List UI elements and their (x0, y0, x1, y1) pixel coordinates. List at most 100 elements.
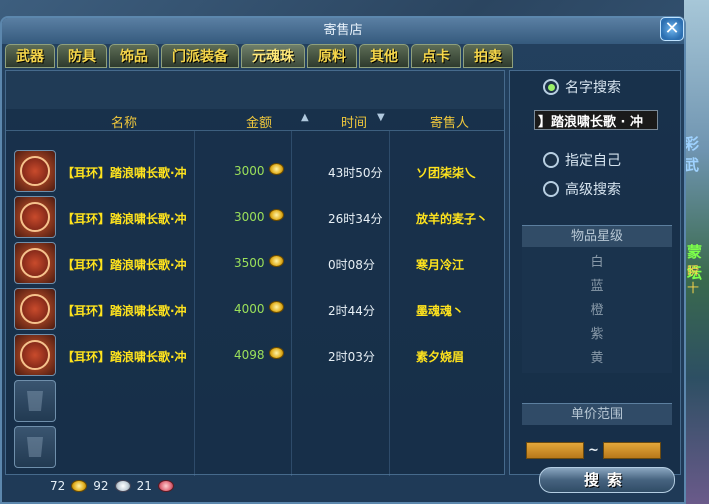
tab-armor[interactable]: 防具 (57, 44, 107, 68)
tab-soul-beads[interactable]: 元魂珠 (241, 44, 305, 68)
table-row[interactable]: 【耳环】踏浪啸长歌·冲 3500 0时08分 寒月冷江 (58, 242, 504, 286)
item-slot[interactable] (14, 150, 56, 192)
item-slot[interactable] (14, 242, 56, 284)
grade-purple[interactable]: 紫 (522, 323, 672, 342)
item-name: 【耳环】踏浪啸长歌·冲 (62, 212, 187, 226)
sort-descending-icon[interactable]: ▼ (377, 112, 385, 123)
grade-section-title: 物品星级 (522, 225, 672, 247)
silver-amount: 92 (93, 479, 109, 493)
item-seller: 素夕娆眉 (416, 350, 465, 364)
table-row[interactable]: 【耳环】踏浪啸长歌·冲 3000 43时50分 ソ团柒柒乀 (58, 150, 504, 194)
gold-coin-icon (269, 163, 284, 175)
red-coin-icon (157, 480, 174, 492)
red-amount: 21 (136, 479, 152, 493)
grade-blue[interactable]: 蓝 (522, 275, 672, 294)
price-range: ~ (526, 442, 661, 459)
item-price: 3000 (234, 164, 265, 178)
item-price: 4000 (234, 302, 265, 316)
listing-panel: 名称 金额 ▲ 时间 ▼ 寄售人 【耳环】踏浪啸长歌·冲 3000 43时50分… (5, 70, 505, 476)
currency-bar: 72 92 21 (50, 476, 174, 496)
tab-other[interactable]: 其他 (359, 44, 409, 68)
item-seller: ソ团柒柒乀 (416, 166, 477, 180)
tab-auction[interactable]: 拍卖 (463, 44, 513, 68)
radio-specify-self[interactable]: 指定自己 (543, 150, 621, 170)
radio-advanced-search[interactable]: 高级搜索 (543, 179, 621, 199)
sort-ascending-icon[interactable]: ▲ (301, 112, 309, 123)
gold-coin-icon (269, 255, 284, 267)
scenery-text-1: 彩武 (684, 135, 700, 174)
close-button[interactable]: ✕ (660, 17, 684, 41)
silver-coin-icon (114, 480, 131, 492)
tab-materials[interactable]: 原料 (307, 44, 357, 68)
search-panel: 名字搜索 指定自己 高级搜索 物品星级 白 蓝 橙 紫 黄 单价范围 ~ (509, 70, 681, 475)
item-time: 2时03分 (328, 350, 375, 364)
item-seller: 墨魂魂丶 (416, 304, 465, 318)
empty-slot-icon (27, 437, 43, 457)
column-name[interactable]: 名称 (111, 112, 137, 131)
radio-unselected-icon[interactable] (543, 181, 559, 197)
item-seller: 寒月冷江 (416, 258, 465, 272)
item-name: 【耳环】踏浪啸长歌·冲 (62, 166, 187, 180)
column-headers: 名称 金额 ▲ 时间 ▼ 寄售人 (6, 109, 504, 131)
gold-coin-icon (71, 480, 88, 492)
column-seller[interactable]: 寄售人 (430, 112, 469, 131)
grade-white[interactable]: 白 (522, 251, 672, 270)
earring-icon (20, 340, 50, 370)
gold-coin-icon (269, 209, 284, 221)
advanced-search-label: 高级搜索 (565, 182, 621, 198)
earring-icon (20, 248, 50, 278)
grade-orange[interactable]: 橙 (522, 299, 672, 318)
earring-icon (20, 202, 50, 232)
tab-weapons[interactable]: 武器 (5, 44, 55, 68)
tab-sect-equipment[interactable]: 门派装备 (161, 44, 239, 68)
item-time: 26时34分 (328, 212, 383, 226)
radio-selected-icon[interactable] (543, 79, 559, 95)
item-time: 43时50分 (328, 166, 383, 180)
empty-slot-icon (27, 391, 43, 411)
search-button[interactable]: 搜索 (539, 467, 675, 493)
window-titlebar[interactable]: 寄售店 (2, 18, 684, 44)
gold-coin-icon (269, 347, 284, 359)
column-time[interactable]: 时间 (341, 112, 367, 131)
gold-coin-icon (269, 301, 284, 313)
tab-point-cards[interactable]: 点卡 (411, 44, 461, 68)
item-price: 3000 (234, 210, 265, 224)
grade-list: 白 蓝 橙 紫 黄 (522, 247, 672, 373)
window-title: 寄售店 (323, 23, 363, 38)
table-row[interactable]: 【耳环】踏浪啸长歌·冲 4000 2时44分 墨魂魂丶 (58, 288, 504, 332)
listing-header-area (6, 71, 504, 109)
grade-yellow[interactable]: 黄 (522, 347, 672, 366)
empty-item-slot[interactable] (14, 380, 56, 422)
item-slot[interactable] (14, 196, 56, 238)
item-name: 【耳环】踏浪啸长歌·冲 (62, 350, 187, 364)
table-row[interactable]: 【耳环】踏浪啸长歌·冲 3000 26时34分 放羊的麦子丶 (58, 196, 504, 240)
table-row[interactable]: 【耳环】踏浪啸长歌·冲 4098 2时03分 素夕娆眉 (58, 334, 504, 378)
category-tabs: 武器 防具 饰品 门派装备 元魂珠 原料 其他 点卡 拍卖 (5, 44, 513, 70)
item-time: 2时44分 (328, 304, 375, 318)
game-scenery-background: 彩武 蒙坛 瞬十 (684, 0, 709, 504)
tab-accessories[interactable]: 饰品 (109, 44, 159, 68)
column-price[interactable]: 金额 (246, 112, 272, 131)
search-input[interactable] (534, 110, 658, 130)
scenery-text-3: 瞬十 (687, 264, 700, 295)
price-range-title: 单价范围 (522, 403, 672, 425)
radio-name-search[interactable]: 名字搜索 (543, 77, 621, 97)
price-max-field[interactable] (602, 442, 661, 459)
name-search-label: 名字搜索 (565, 80, 621, 96)
specify-self-label: 指定自己 (565, 153, 621, 169)
radio-unselected-icon[interactable] (543, 152, 559, 168)
item-name: 【耳环】踏浪啸长歌·冲 (62, 304, 187, 318)
item-slot[interactable] (14, 288, 56, 330)
range-separator: ~ (588, 443, 599, 458)
earring-icon (20, 294, 50, 324)
item-price: 4098 (234, 348, 265, 362)
earring-icon (20, 156, 50, 186)
item-seller: 放羊的麦子丶 (416, 212, 489, 226)
item-slot[interactable] (14, 334, 56, 376)
empty-item-slot[interactable] (14, 426, 56, 468)
item-time: 0时08分 (328, 258, 375, 272)
consignment-shop-window: 寄售店 ✕ 武器 防具 饰品 门派装备 元魂珠 原料 其他 点卡 拍卖 名称 金… (0, 16, 686, 504)
close-icon: ✕ (664, 18, 680, 39)
price-min-field[interactable] (526, 442, 584, 459)
gold-amount: 72 (50, 479, 66, 493)
